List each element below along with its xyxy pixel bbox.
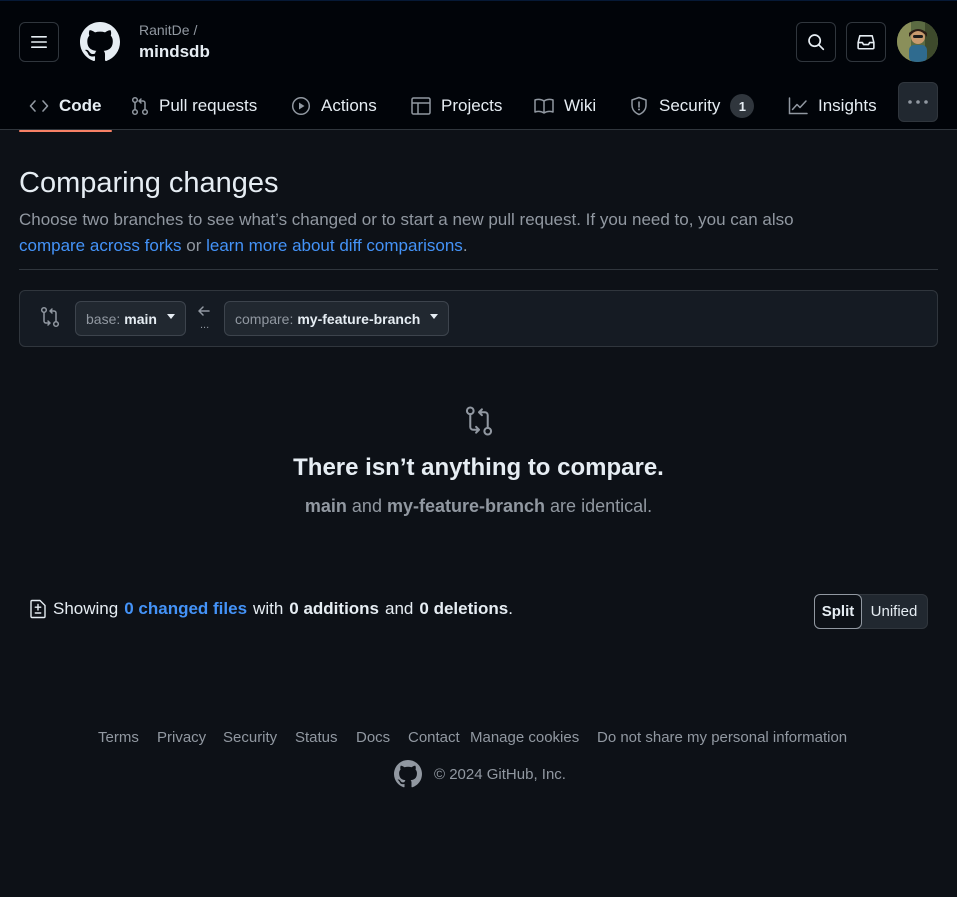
- unified-view-button[interactable]: Unified: [861, 595, 927, 628]
- blankslate-suffix: are identical.: [550, 496, 653, 516]
- diff-summary: Showing 0 changed files with 0 additions…: [29, 599, 513, 619]
- range-editor: base: main ... compare: my-feature-branc…: [19, 290, 938, 347]
- description-period: .: [462, 236, 468, 255]
- caret-down-icon: [166, 314, 175, 319]
- footer-link-manage-cookies[interactable]: Manage cookies: [470, 729, 579, 746]
- more-tabs-button[interactable]: [898, 82, 938, 122]
- blankslate-subtitle: main and my-feature-branch are identical…: [0, 496, 957, 517]
- code-icon: [29, 100, 49, 112]
- base-branch-name: main: [124, 310, 157, 327]
- page-title: Comparing changes: [19, 167, 279, 199]
- compare-branch-name: my-feature-branch: [297, 310, 421, 327]
- footer-copyright: © 2024 GitHub, Inc.: [394, 760, 566, 788]
- description-text: Choose two branches to see what’s change…: [19, 210, 794, 229]
- summary-additions: 0 additions: [289, 599, 380, 618]
- repo-nav: Code Pull requests Actions Projects Wiki…: [0, 81, 957, 132]
- app-header: RanitDe / mindsdb Code Pull requests Act…: [0, 0, 957, 132]
- tab-security[interactable]: Security 1: [629, 81, 755, 131]
- arrow-left-icon: [198, 306, 210, 316]
- caret-down-icon: [430, 314, 439, 319]
- diff-view-toggle: Split Unified: [814, 594, 928, 629]
- tab-code-label: Code: [59, 96, 102, 115]
- table-icon: [411, 97, 431, 115]
- git-compare-icon: [465, 406, 492, 436]
- user-avatar[interactable]: [897, 21, 938, 62]
- blankslate-branch-b: my-feature-branch: [386, 496, 546, 516]
- footer-link-security[interactable]: Security: [223, 729, 277, 746]
- kebab-horizontal-icon: [908, 100, 928, 104]
- summary-with: with: [253, 599, 284, 618]
- blankslate-icon-wrap: [0, 405, 957, 442]
- tab-insights-label: Insights: [818, 96, 877, 115]
- compare-prefix: compare:: [235, 310, 294, 327]
- footer-link-do-not-share[interactable]: Do not share my personal information: [597, 729, 847, 746]
- description-or: or: [186, 236, 202, 255]
- summary-and: and: [385, 599, 414, 618]
- github-logo-icon[interactable]: [80, 22, 120, 62]
- base-branch-select[interactable]: base: main: [75, 301, 186, 336]
- compare-branch-select[interactable]: compare: my-feature-branch: [224, 301, 450, 336]
- footer-link-docs[interactable]: Docs: [356, 729, 390, 746]
- hamburger-icon: [31, 36, 47, 48]
- footer-link-privacy[interactable]: Privacy: [157, 729, 206, 746]
- menu-button[interactable]: [19, 22, 59, 62]
- page-description: Choose two branches to see what’s change…: [19, 207, 939, 259]
- tab-insights[interactable]: Insights: [788, 81, 877, 131]
- book-icon: [534, 98, 554, 114]
- tab-pull-requests-label: Pull requests: [159, 96, 258, 115]
- summary-deletions: 0 deletions: [419, 599, 509, 618]
- summary-showing: Showing: [53, 599, 119, 618]
- search-button[interactable]: [796, 22, 836, 62]
- changed-files-link[interactable]: 0 changed files: [124, 599, 247, 619]
- repo-name-link[interactable]: mindsdb: [139, 42, 210, 62]
- tab-wiki-label: Wiki: [564, 96, 597, 115]
- search-icon: [808, 34, 825, 51]
- range-dots: ...: [200, 319, 210, 331]
- learn-more-diff-link[interactable]: learn more about diff comparisons: [206, 236, 463, 255]
- repo-owner-link[interactable]: RanitDe /: [139, 22, 197, 38]
- blankslate-and: and: [351, 496, 382, 516]
- blankslate-branch-a: main: [304, 496, 347, 516]
- inbox-icon: [857, 35, 875, 50]
- tab-security-label: Security: [659, 96, 721, 115]
- blankslate-title: There isn’t anything to compare.: [293, 454, 664, 481]
- inbox-button[interactable]: [846, 22, 886, 62]
- footer-link-status[interactable]: Status: [295, 729, 338, 746]
- graph-icon: [788, 97, 808, 115]
- base-prefix: base:: [86, 310, 121, 327]
- play-icon: [291, 96, 311, 116]
- git-pull-request-icon: [131, 96, 149, 116]
- git-compare-icon[interactable]: [40, 306, 60, 328]
- tab-wiki[interactable]: Wiki: [534, 81, 596, 131]
- github-logo-icon[interactable]: [394, 760, 422, 788]
- tab-projects[interactable]: Projects: [411, 81, 502, 131]
- divider: [19, 269, 938, 270]
- tab-code[interactable]: Code: [19, 81, 111, 132]
- tab-actions-label: Actions: [321, 96, 377, 115]
- file-diff-icon: [30, 599, 46, 619]
- shield-icon: [631, 96, 647, 116]
- page: { "header": { "repo_owner": "RanitDe /",…: [0, 0, 957, 897]
- security-counter-badge: 1: [730, 94, 755, 118]
- tab-pull-requests[interactable]: Pull requests: [131, 81, 257, 131]
- split-view-button[interactable]: Split: [814, 594, 862, 629]
- tab-actions[interactable]: Actions: [291, 81, 377, 131]
- compare-across-forks-link[interactable]: compare across forks: [19, 236, 182, 255]
- avatar-image: [897, 21, 938, 62]
- tab-projects-label: Projects: [441, 96, 503, 115]
- copyright-text: © 2024 GitHub, Inc.: [434, 765, 566, 783]
- footer-link-terms[interactable]: Terms: [98, 729, 139, 746]
- footer-link-contact[interactable]: Contact: [408, 729, 460, 746]
- summary-period: .: [508, 599, 513, 618]
